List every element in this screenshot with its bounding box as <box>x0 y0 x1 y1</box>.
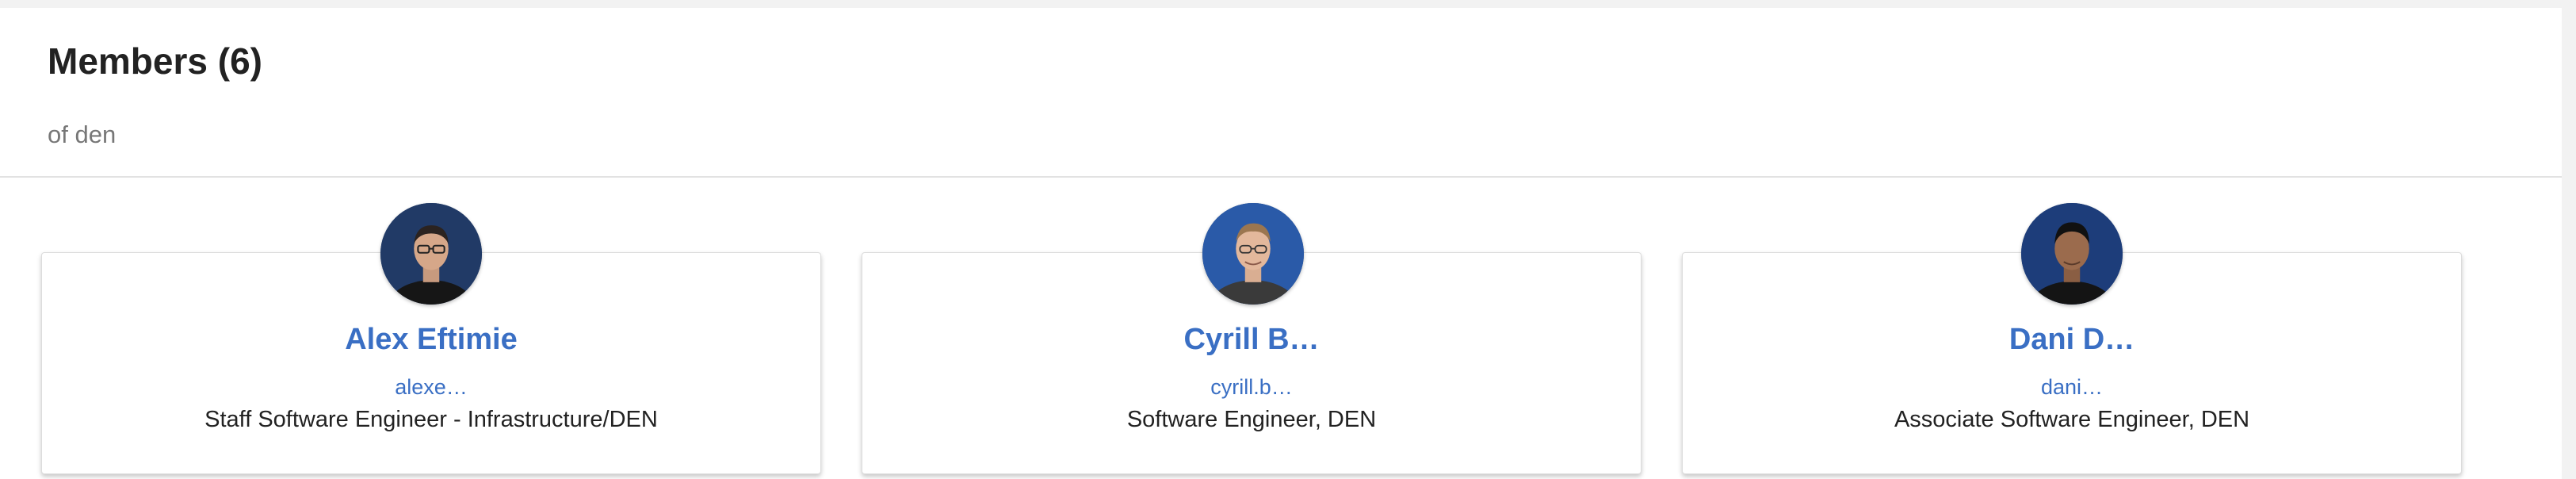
member-email[interactable]: dani… <box>1683 375 2461 400</box>
member-role: Associate Software Engineer, DEN <box>1894 407 2250 432</box>
member-avatar[interactable] <box>1202 203 1304 305</box>
member-name[interactable]: Alex Eftimie <box>42 323 820 357</box>
members-panel: Members (6) of den Alex Eftimie alexe… S… <box>0 8 2562 479</box>
members-header: Members (6) of den <box>0 8 2562 178</box>
page-title: Members (6) <box>48 40 262 82</box>
member-name[interactable]: Cyrill B… <box>862 323 1641 357</box>
member-name[interactable]: Dani D… <box>1683 323 2461 357</box>
member-avatar[interactable] <box>2021 203 2123 305</box>
member-cards: Alex Eftimie alexe… Staff Software Engin… <box>0 178 2562 479</box>
team-subtitle: of den <box>48 121 117 148</box>
member-email[interactable]: cyrill.b… <box>862 375 1641 400</box>
member-role: Staff Software Engineer - Infrastructure… <box>204 407 658 432</box>
member-email[interactable]: alexe… <box>42 375 820 400</box>
member-role: Software Engineer, DEN <box>1126 407 1377 432</box>
member-avatar[interactable] <box>380 203 482 305</box>
person-avatar-icon <box>380 203 482 305</box>
person-avatar-icon <box>2021 203 2123 305</box>
person-avatar-icon <box>1202 203 1304 305</box>
